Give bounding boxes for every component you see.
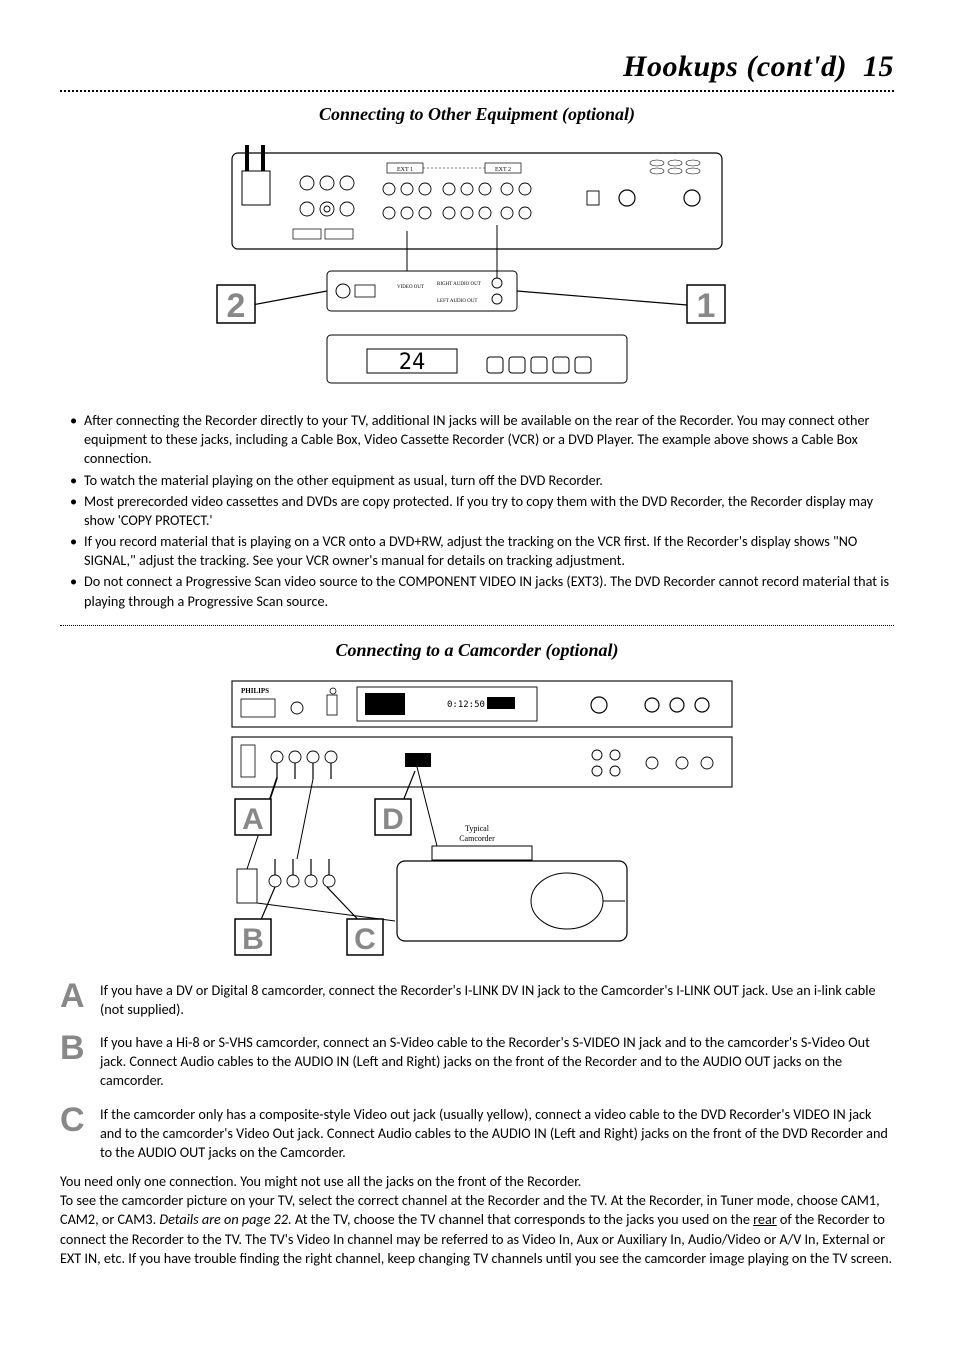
letter-block-b: B If you have a Hi-8 or S-VHS camcorder,…: [60, 1029, 894, 1091]
bullet-item: Most prerecorded video cassettes and DVD…: [70, 492, 894, 530]
display-text: 24: [399, 350, 426, 375]
callout-a-box: A: [235, 777, 277, 836]
section1-heading: Connecting to Other Equipment (optional): [60, 104, 894, 125]
section1-bullets: After connecting the Recorder directly t…: [60, 411, 894, 611]
divider-mid: [60, 625, 894, 626]
letter-block-a: A If you have a DV or Digital 8 camcorde…: [60, 977, 894, 1019]
section2-heading: Connecting to a Camcorder (optional): [60, 640, 894, 661]
letter-block-c: C If the camcorder only has a composite-…: [60, 1101, 894, 1163]
panel-timer: 0:12:50: [447, 700, 485, 710]
title-text: Hookups (cont'd): [623, 50, 847, 83]
letter-a-text: If you have a DV or Digital 8 camcorder,…: [100, 977, 894, 1019]
letter-c-text: If the camcorder only has a composite-st…: [100, 1101, 894, 1163]
callout-b-box: B: [235, 887, 275, 956]
bp-italic: Details are on page 22.: [159, 1210, 291, 1228]
callout-c: C: [354, 923, 376, 956]
ext2-label: EXT 2: [495, 167, 511, 173]
camcorder-label-line1: Typical: [465, 824, 490, 833]
callout-d-box: D: [375, 771, 415, 836]
letter-b: B: [60, 1029, 100, 1065]
rear-panel-diagram: EXT 1 EXT 2 VIDEO OUT RIGHT AUDIO OUT LE…: [197, 135, 757, 395]
cam-left-audio: LEFT AUDIO OUT: [437, 299, 477, 304]
letter-a: A: [60, 977, 100, 1013]
bullet-item: If you record material that is playing o…: [70, 532, 894, 570]
camcorder-label-line2: Camcorder: [459, 834, 495, 843]
divider-top: [60, 90, 894, 92]
ext1-label: EXT 1: [397, 167, 413, 173]
callout-2: 2: [227, 287, 246, 325]
letter-b-text: If you have a Hi-8 or S-VHS camcorder, c…: [100, 1029, 894, 1091]
cam-right-audio: RIGHT AUDIO OUT: [437, 282, 481, 287]
page-title: Hookups (cont'd) 15: [623, 50, 894, 83]
page-number: 15: [863, 50, 894, 83]
cam-video-out: VIDEO OUT: [397, 285, 424, 290]
callout-a: A: [242, 803, 264, 836]
brand-label: PHILIPS: [241, 687, 269, 695]
letter-c: C: [60, 1101, 100, 1137]
bullet-item: After connecting the Recorder directly t…: [70, 411, 894, 469]
bp-line1: You need only one connection. You might …: [60, 1172, 581, 1190]
bullet-item: To watch the material playing on the oth…: [70, 471, 894, 490]
bp-rear: rear: [753, 1210, 777, 1228]
bullet-item: Do not connect a Progressive Scan video …: [70, 572, 894, 610]
callout-d: D: [382, 803, 404, 836]
callout-1: 1: [697, 287, 716, 325]
callout-b: B: [242, 923, 264, 956]
bottom-paragraph: You need only one connection. You might …: [60, 1172, 894, 1268]
callout-c-box: C: [327, 887, 383, 956]
front-panel-diagram: PHILIPS 0:12:50 Typical Camcorder: [197, 671, 757, 961]
bp-post-italic: At the TV, choose the TV channel that co…: [295, 1210, 753, 1228]
